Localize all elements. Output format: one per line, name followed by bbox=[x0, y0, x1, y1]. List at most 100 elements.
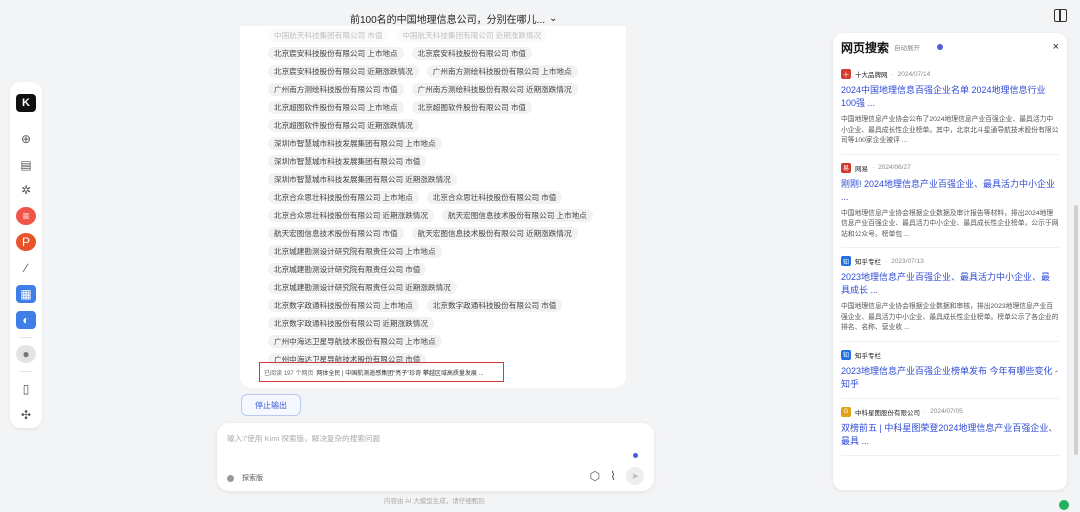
search-keyword-tag[interactable]: 航天宏图信息技术股份有限公司 近期涨跌情况 bbox=[411, 226, 578, 240]
source-count: 已阅读 197 个网页 bbox=[264, 370, 314, 377]
history-icon[interactable]: ▤ bbox=[16, 156, 36, 174]
search-keyword-tag[interactable]: 深圳市智慧城市科技发展集团有限公司 上市地点 bbox=[268, 136, 442, 150]
user-icon[interactable]: ● bbox=[16, 345, 36, 364]
composer-input[interactable]: 输入'/'使用 Kimi 探索版，解决复杂的搜索问题 bbox=[227, 433, 380, 444]
panel-title: 网页搜索 bbox=[841, 40, 890, 55]
result-snippet: 中国地理信息产业协会公布了2024地理信息产业百强企业、最具活力中小企业、最具成… bbox=[841, 116, 1059, 144]
conversation-title[interactable]: 前100名的中国地理信息公司，分别在哪儿... ⌄ bbox=[350, 11, 557, 26]
result-separator: · bbox=[885, 257, 888, 265]
result-title[interactable]: 刚刚! 2024地理信息产业百强企业、最具活力中小企业 ... bbox=[841, 178, 1059, 204]
search-keyword-tag[interactable]: 北京合众思壮科技股份有限公司 市值 bbox=[426, 190, 563, 204]
source-summary[interactable]: 已阅读 197 个网页 网体全民 | 中国航测遥感集团“亮子”珍奇 攀越区域高质… bbox=[259, 362, 504, 382]
search-keyword-tag[interactable]: 北京数字政通科技股份有限公司 市值 bbox=[426, 298, 563, 312]
app-blue-icon[interactable]: ◐ bbox=[16, 310, 36, 329]
pen-icon[interactable]: ∕ bbox=[16, 259, 36, 277]
search-keyword-tag[interactable]: 北京合众思壮科技股份有限公司 近期涨跌情况 bbox=[268, 208, 434, 222]
search-keyword-tag[interactable]: 北京数字政通科技股份有限公司 近期涨跌情况 bbox=[268, 316, 434, 330]
search-result[interactable]: G 中科星图股份有限公司 · 2024/07/05 双榜前五 | 中科星图荣登2024地… bbox=[841, 399, 1059, 456]
result-separator: · bbox=[891, 70, 894, 78]
keyword-row: 航天宏图信息技术股份有限公司 市值 航天宏图信息技术股份有限公司 近期涨跌情况 bbox=[268, 224, 616, 242]
puzzle-icon[interactable]: ✣ bbox=[16, 406, 36, 424]
rail-divider bbox=[19, 336, 33, 338]
search-keyword-tag[interactable]: 北京超图软件股份有限公司 近期涨跌情况 bbox=[268, 118, 419, 132]
new-chat-icon[interactable]: ⊕ bbox=[16, 130, 36, 148]
result-meta: 十十大品牌网 · 2024/07/14 bbox=[841, 69, 1059, 79]
search-result[interactable]: 十十大品牌网 · 2024/07/14 2024中国地理信息百强企业名单 2024地理… bbox=[841, 61, 1059, 155]
search-keyword-tag[interactable]: 北京城建勘测设计研究院有限责任公司 近期涨跌情况 bbox=[268, 280, 457, 294]
cube-icon[interactable]: ⬡ bbox=[590, 469, 600, 483]
result-meta: 易网易 · 2024/06/27 bbox=[841, 162, 1059, 173]
keyword-row: 深圳市智慧城市科技发展集团有限公司 近期涨跌情况 bbox=[268, 170, 616, 188]
result-title[interactable]: 2023地理信息产业百强企业榜单发布 今年有哪些变化 - 知乎 bbox=[841, 365, 1059, 391]
left-rail: K ⊕ ▤ ✲ ≡ P ∕ ▦ ◐ ● ▯ ✣ bbox=[10, 82, 42, 428]
keyword-row: 北京超图软件股份有限公司 近期涨跌情况 bbox=[268, 116, 616, 134]
mode-label: 探索版 bbox=[242, 475, 263, 482]
result-date: 2024/06/27 bbox=[878, 164, 911, 171]
stop-output-button[interactable]: 停止输出 bbox=[241, 394, 301, 416]
keyword-row: 北京超图软件股份有限公司 上市地点 北京超图软件股份有限公司 市值 bbox=[268, 98, 616, 116]
search-keyword-tag[interactable]: 北京宸安科技股份有限公司 上市地点 bbox=[268, 46, 404, 60]
result-snippet: 中国地理信息产业协会根据企业数据及审计报告等材料，排出2024地理信息产业百强企… bbox=[841, 209, 1059, 238]
status-dot bbox=[633, 453, 638, 458]
chevron-down-icon: ⌄ bbox=[549, 13, 558, 24]
conversation-title-text: 前100名的中国地理信息公司，分别在哪儿... bbox=[350, 15, 546, 26]
search-keyword-tag[interactable]: 航天宏图信息技术股份有限公司 上市地点 bbox=[441, 208, 593, 222]
search-result[interactable]: 知知乎专栏 · 2023/07/13 2023地理信息产业百强企业、最具活力中小企业、… bbox=[841, 248, 1059, 342]
search-keyword-tag[interactable]: 北京超图软件股份有限公司 上市地点 bbox=[268, 100, 404, 114]
result-date: 2024/07/14 bbox=[897, 70, 931, 78]
kimi-logo[interactable]: K bbox=[16, 94, 36, 112]
result-date: 2023/07/13 bbox=[891, 257, 924, 265]
search-keyword-tag[interactable]: 北京数字政通科技股份有限公司 上市地点 bbox=[268, 298, 419, 312]
search-keyword-tag[interactable]: 广州南方测绘科技股份有限公司 上市地点 bbox=[426, 64, 578, 78]
search-result[interactable]: 知知乎专栏 2023地理信息产业百强企业榜单发布 今年有哪些变化 - 知乎 bbox=[841, 342, 1059, 399]
composer-tools: ⬡ ⌇ ➤ bbox=[590, 467, 644, 485]
result-site: 中科星图股份有限公司 bbox=[855, 409, 920, 417]
doc-blue-icon[interactable]: ▦ bbox=[16, 284, 36, 303]
source-highlight: 网体全民 | 中国航测遥感集团“亮子”珍奇 攀越区域高质量发展 ... bbox=[316, 370, 484, 377]
composer: 输入'/'使用 Kimi 探索版，解决复杂的搜索问题 探索版 ⬡ ⌇ ➤ bbox=[217, 423, 654, 491]
keyword-row: 北京城建勘测设计研究院有限责任公司 近期涨跌情况 bbox=[268, 278, 616, 296]
result-title[interactable]: 2024中国地理信息百强企业名单 2024地理信息行业100强 ... bbox=[841, 84, 1059, 110]
explore-icon[interactable]: ✲ bbox=[16, 182, 36, 200]
search-keyword-tag[interactable]: 航天宏图信息技术股份有限公司 市值 bbox=[268, 226, 404, 240]
search-keyword-tag[interactable]: 北京宸安科技股份有限公司 近期涨跌情况 bbox=[268, 64, 419, 78]
result-separator: · bbox=[872, 164, 875, 171]
scrollbar[interactable] bbox=[1074, 205, 1078, 455]
search-keyword-tag[interactable]: 北京宸安科技股份有限公司 市值 bbox=[411, 46, 533, 60]
search-keyword-tag[interactable]: 广州中海达卫星导航技术股份有限公司 上市地点 bbox=[268, 334, 442, 348]
result-meta: 知知乎专栏 bbox=[841, 349, 1059, 360]
search-keyword-tag[interactable]: 广州南方测绘科技股份有限公司 近期涨跌情况 bbox=[411, 82, 578, 96]
search-keyword-tag[interactable]: 深圳市智慧城市科技发展集团有限公司 近期涨跌情况 bbox=[268, 172, 457, 186]
search-keyword-tag[interactable]: 中国航天科技集团有限公司 近期涨跌情况 bbox=[396, 28, 548, 42]
result-title[interactable]: 2023地理信息产业百强企业、最具活力中小企业、最具成长 ... bbox=[841, 271, 1059, 297]
search-keyword-tag[interactable]: 北京合众思壮科技股份有限公司 上市地点 bbox=[268, 190, 419, 204]
close-icon[interactable]: × bbox=[1053, 41, 1059, 53]
send-icon[interactable]: ➤ bbox=[626, 467, 644, 485]
search-keyword-tag[interactable]: 北京城建勘测设计研究院有限责任公司 市值 bbox=[268, 262, 427, 276]
disclaimer: 内容由 AI 大模型生成，请仔细甄别 bbox=[384, 498, 485, 505]
search-keyword-tag[interactable]: 中国航天科技集团有限公司 市值 bbox=[268, 28, 389, 42]
search-keyword-tag[interactable]: 北京超图软件股份有限公司 市值 bbox=[411, 100, 533, 114]
keyword-row: 北京数字政通科技股份有限公司 上市地点 北京数字政通科技股份有限公司 市值 bbox=[268, 296, 616, 314]
search-keyword-tag[interactable]: 广州南方测绘科技股份有限公司 市值 bbox=[268, 82, 404, 96]
keyword-row: 中国航天科技集团有限公司 市值 中国航天科技集团有限公司 近期涨跌情况 bbox=[268, 26, 616, 44]
site-favicon-icon: G bbox=[841, 406, 851, 417]
search-result[interactable]: 易网易 · 2024/06/27 刚刚! 2024地理信息产业百强企业、最具活力中小企… bbox=[841, 155, 1059, 248]
site-favicon-icon: 十 bbox=[841, 69, 851, 79]
app-red-icon[interactable]: ≡ bbox=[16, 207, 36, 226]
sidebar-toggle-icon[interactable] bbox=[1054, 9, 1067, 22]
result-meta: G 中科星图股份有限公司 · 2024/07/05 bbox=[841, 406, 1059, 417]
ppt-icon[interactable]: P bbox=[16, 233, 36, 252]
result-site: 网易 bbox=[855, 165, 868, 173]
paperclip-icon[interactable]: ⌇ bbox=[610, 469, 616, 483]
phone-icon[interactable]: ▯ bbox=[16, 380, 36, 398]
search-keyword-tag[interactable]: 深圳市智慧城市科技发展集团有限公司 市值 bbox=[268, 154, 427, 168]
site-favicon-icon: 易 bbox=[841, 162, 851, 173]
auto-expand-label[interactable]: 自动展开 bbox=[894, 42, 920, 52]
mode-toggle[interactable]: 探索版 bbox=[227, 473, 263, 483]
result-meta: 知知乎专栏 · 2023/07/13 bbox=[841, 256, 1059, 266]
loading-dot bbox=[937, 44, 944, 50]
result-title[interactable]: 双榜前五 | 中科星图荣登2024地理信息产业百强企业、最具 ... bbox=[841, 422, 1059, 448]
search-keyword-tag[interactable]: 北京城建勘测设计研究院有限责任公司 上市地点 bbox=[268, 244, 442, 258]
web-search-panel: 网页搜索 自动展开 × 十十大品牌网 · 2024/07/14 2024中国地理信息百… bbox=[833, 33, 1067, 490]
